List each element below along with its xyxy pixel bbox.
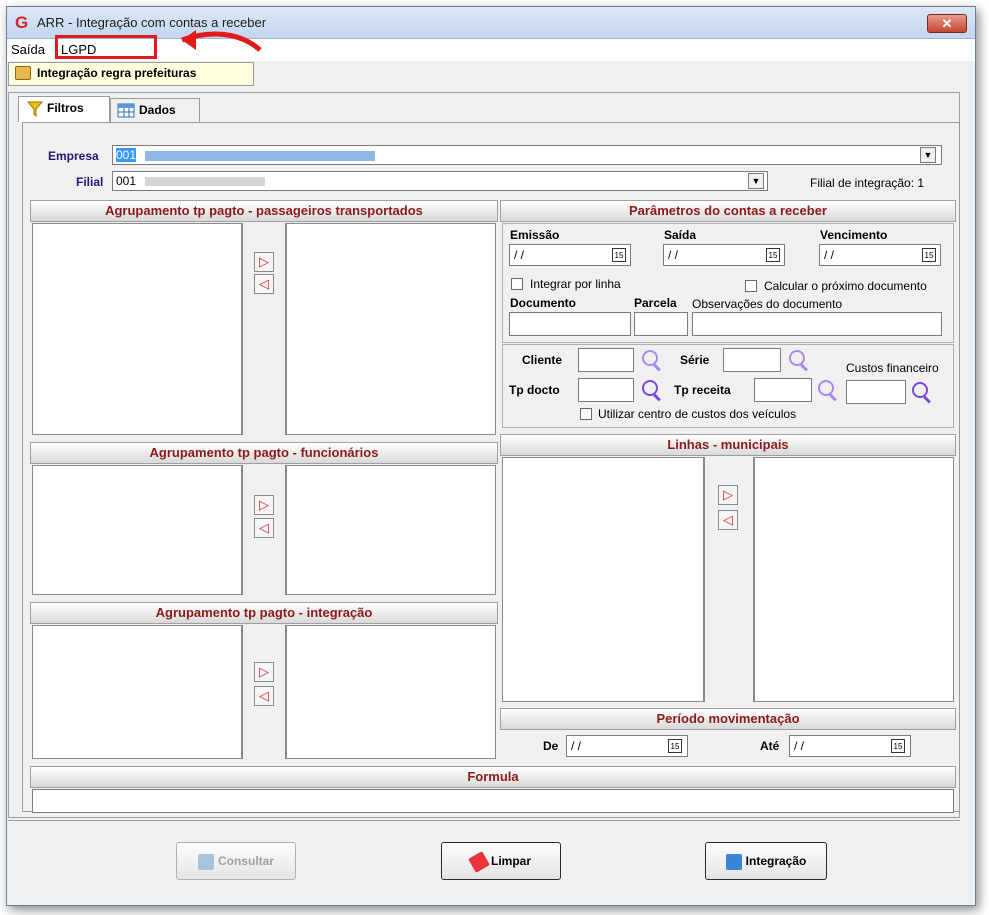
empresa-combo[interactable]: 001	[112, 145, 942, 165]
filter-icon	[27, 101, 43, 117]
vencimento-calendar-icon[interactable]: 15	[922, 248, 936, 262]
linhas-add-arrow-icon[interactable]: ▷	[718, 485, 738, 505]
annotation-arrow-icon	[181, 30, 262, 52]
tab-filtros[interactable]: Filtros	[18, 96, 110, 122]
formula-input[interactable]	[32, 789, 954, 813]
integracao-icon	[725, 853, 742, 870]
section-integracao-header: Agrupamento tp pagto - integração	[30, 602, 498, 624]
linhas-selected-list[interactable]	[754, 457, 954, 702]
serie-label: Série	[680, 353, 710, 367]
cliente-label: Cliente	[522, 353, 563, 367]
custos-financeiro-label: Custos financeiro	[846, 361, 939, 375]
utilizar-centro-custos-checkbox[interactable]	[580, 408, 592, 420]
hand-document-icon	[15, 66, 31, 80]
close-button[interactable]: ✕	[927, 14, 967, 33]
tp-receita-label: Tp receita	[674, 383, 731, 397]
periodo-de-calendar-icon[interactable]: 15	[668, 739, 682, 753]
app-logo-icon: G	[15, 13, 29, 32]
limpar-button[interactable]: Limpar	[441, 842, 561, 880]
section-parametros-header: Parâmetros do contas a receber	[500, 200, 956, 222]
vencimento-value: / /	[824, 248, 835, 262]
funcionarios-remove-arrow-icon[interactable]: ◁	[254, 518, 274, 538]
utilizar-centro-custos-label: Utilizar centro de custos dos veículos	[598, 407, 797, 421]
section-linhas-header: Linhas - municipais	[500, 434, 956, 456]
empresa-label: Empresa	[48, 149, 99, 163]
empresa-value: 001	[116, 148, 137, 162]
periodo-ate-value: / /	[794, 739, 805, 753]
filial-value: 001	[116, 174, 137, 188]
parcela-input[interactable]	[634, 312, 688, 336]
toolbar-button-label: Integração regra prefeituras	[37, 66, 197, 80]
custos-financeiro-input[interactable]	[846, 380, 906, 404]
calcular-proximo-label: Calcular o próximo documento	[764, 279, 927, 293]
annotation-highlight-box	[55, 35, 157, 59]
saida-calendar-icon[interactable]: 15	[766, 248, 780, 262]
tab-filtros-label: Filtros	[47, 101, 84, 115]
integracao-label: Integração	[745, 854, 807, 868]
tab-dados[interactable]: Dados	[110, 98, 200, 122]
documento-label: Documento	[510, 296, 576, 310]
periodo-de-value: / /	[571, 739, 582, 753]
empresa-name-redacted	[145, 150, 376, 161]
tp-receita-input[interactable]	[754, 378, 812, 402]
serie-input[interactable]	[723, 348, 781, 372]
documento-input[interactable]	[509, 312, 631, 336]
observacoes-label: Observações do documento	[692, 297, 843, 311]
calcular-proximo-checkbox[interactable]	[745, 280, 757, 292]
table-icon	[117, 103, 135, 118]
eraser-icon	[468, 850, 490, 873]
periodo-ate-label: Até	[760, 739, 780, 753]
saida-value: / /	[668, 248, 679, 262]
passageiros-available-list[interactable]	[32, 223, 242, 435]
periodo-de-label: De	[543, 739, 559, 753]
filial-name-redacted	[145, 177, 266, 187]
passageiros-selected-list[interactable]	[286, 223, 496, 435]
linhas-remove-arrow-icon[interactable]: ◁	[718, 510, 738, 530]
integrar-por-linha-checkbox[interactable]	[511, 278, 523, 290]
filial-label: Filial	[76, 175, 104, 189]
tab-dados-label: Dados	[139, 103, 176, 117]
emissao-label: Emissão	[510, 228, 560, 242]
section-formula-header: Formula	[30, 766, 956, 788]
integrar-por-linha-label: Integrar por linha	[530, 277, 621, 291]
linhas-available-list[interactable]	[502, 457, 704, 702]
consultar-button[interactable]: Consultar	[176, 842, 296, 880]
consultar-label: Consultar	[217, 854, 274, 868]
funcionarios-available-list[interactable]	[32, 465, 242, 595]
saida-label: Saída	[664, 228, 697, 242]
tp-docto-input[interactable]	[578, 378, 634, 402]
section-passageiros-header: Agrupamento tp pagto - passageiros trans…	[30, 200, 498, 222]
integracao-button[interactable]: Integração	[705, 842, 827, 880]
consultar-icon	[197, 853, 214, 870]
funcionarios-add-arrow-icon[interactable]: ▷	[254, 495, 274, 515]
filial-dropdown-icon[interactable]: ▼	[748, 173, 764, 189]
periodo-ate-calendar-icon[interactable]: 15	[891, 739, 905, 753]
emissao-value: / /	[514, 248, 525, 262]
passageiros-remove-arrow-icon[interactable]: ◁	[254, 274, 274, 294]
integracao-selected-list[interactable]	[286, 625, 496, 759]
filial-integracao-note: Filial de integração: 1	[810, 176, 925, 190]
parcela-label: Parcela	[634, 296, 677, 310]
limpar-label: Limpar	[490, 854, 531, 868]
cliente-input[interactable]	[578, 348, 634, 372]
section-periodo-header: Período movimentação	[500, 708, 956, 730]
passageiros-add-arrow-icon[interactable]: ▷	[254, 252, 274, 272]
empresa-dropdown-icon[interactable]: ▼	[920, 147, 936, 163]
emissao-calendar-icon[interactable]: 15	[612, 248, 626, 262]
filial-combo[interactable]: 001	[112, 171, 768, 191]
integracao-regra-prefeituras-button[interactable]: Integração regra prefeituras	[8, 62, 254, 86]
integracao-add-arrow-icon[interactable]: ▷	[254, 662, 274, 682]
tp-docto-label: Tp docto	[509, 383, 560, 397]
integracao-remove-arrow-icon[interactable]: ◁	[254, 686, 274, 706]
observacoes-input[interactable]	[692, 312, 942, 336]
funcionarios-selected-list[interactable]	[286, 465, 496, 595]
section-funcionarios-header: Agrupamento tp pagto - funcionários	[30, 442, 498, 464]
integracao-available-list[interactable]	[32, 625, 242, 759]
vencimento-label: Vencimento	[820, 228, 888, 242]
menu-saida[interactable]: Saída	[11, 42, 45, 57]
